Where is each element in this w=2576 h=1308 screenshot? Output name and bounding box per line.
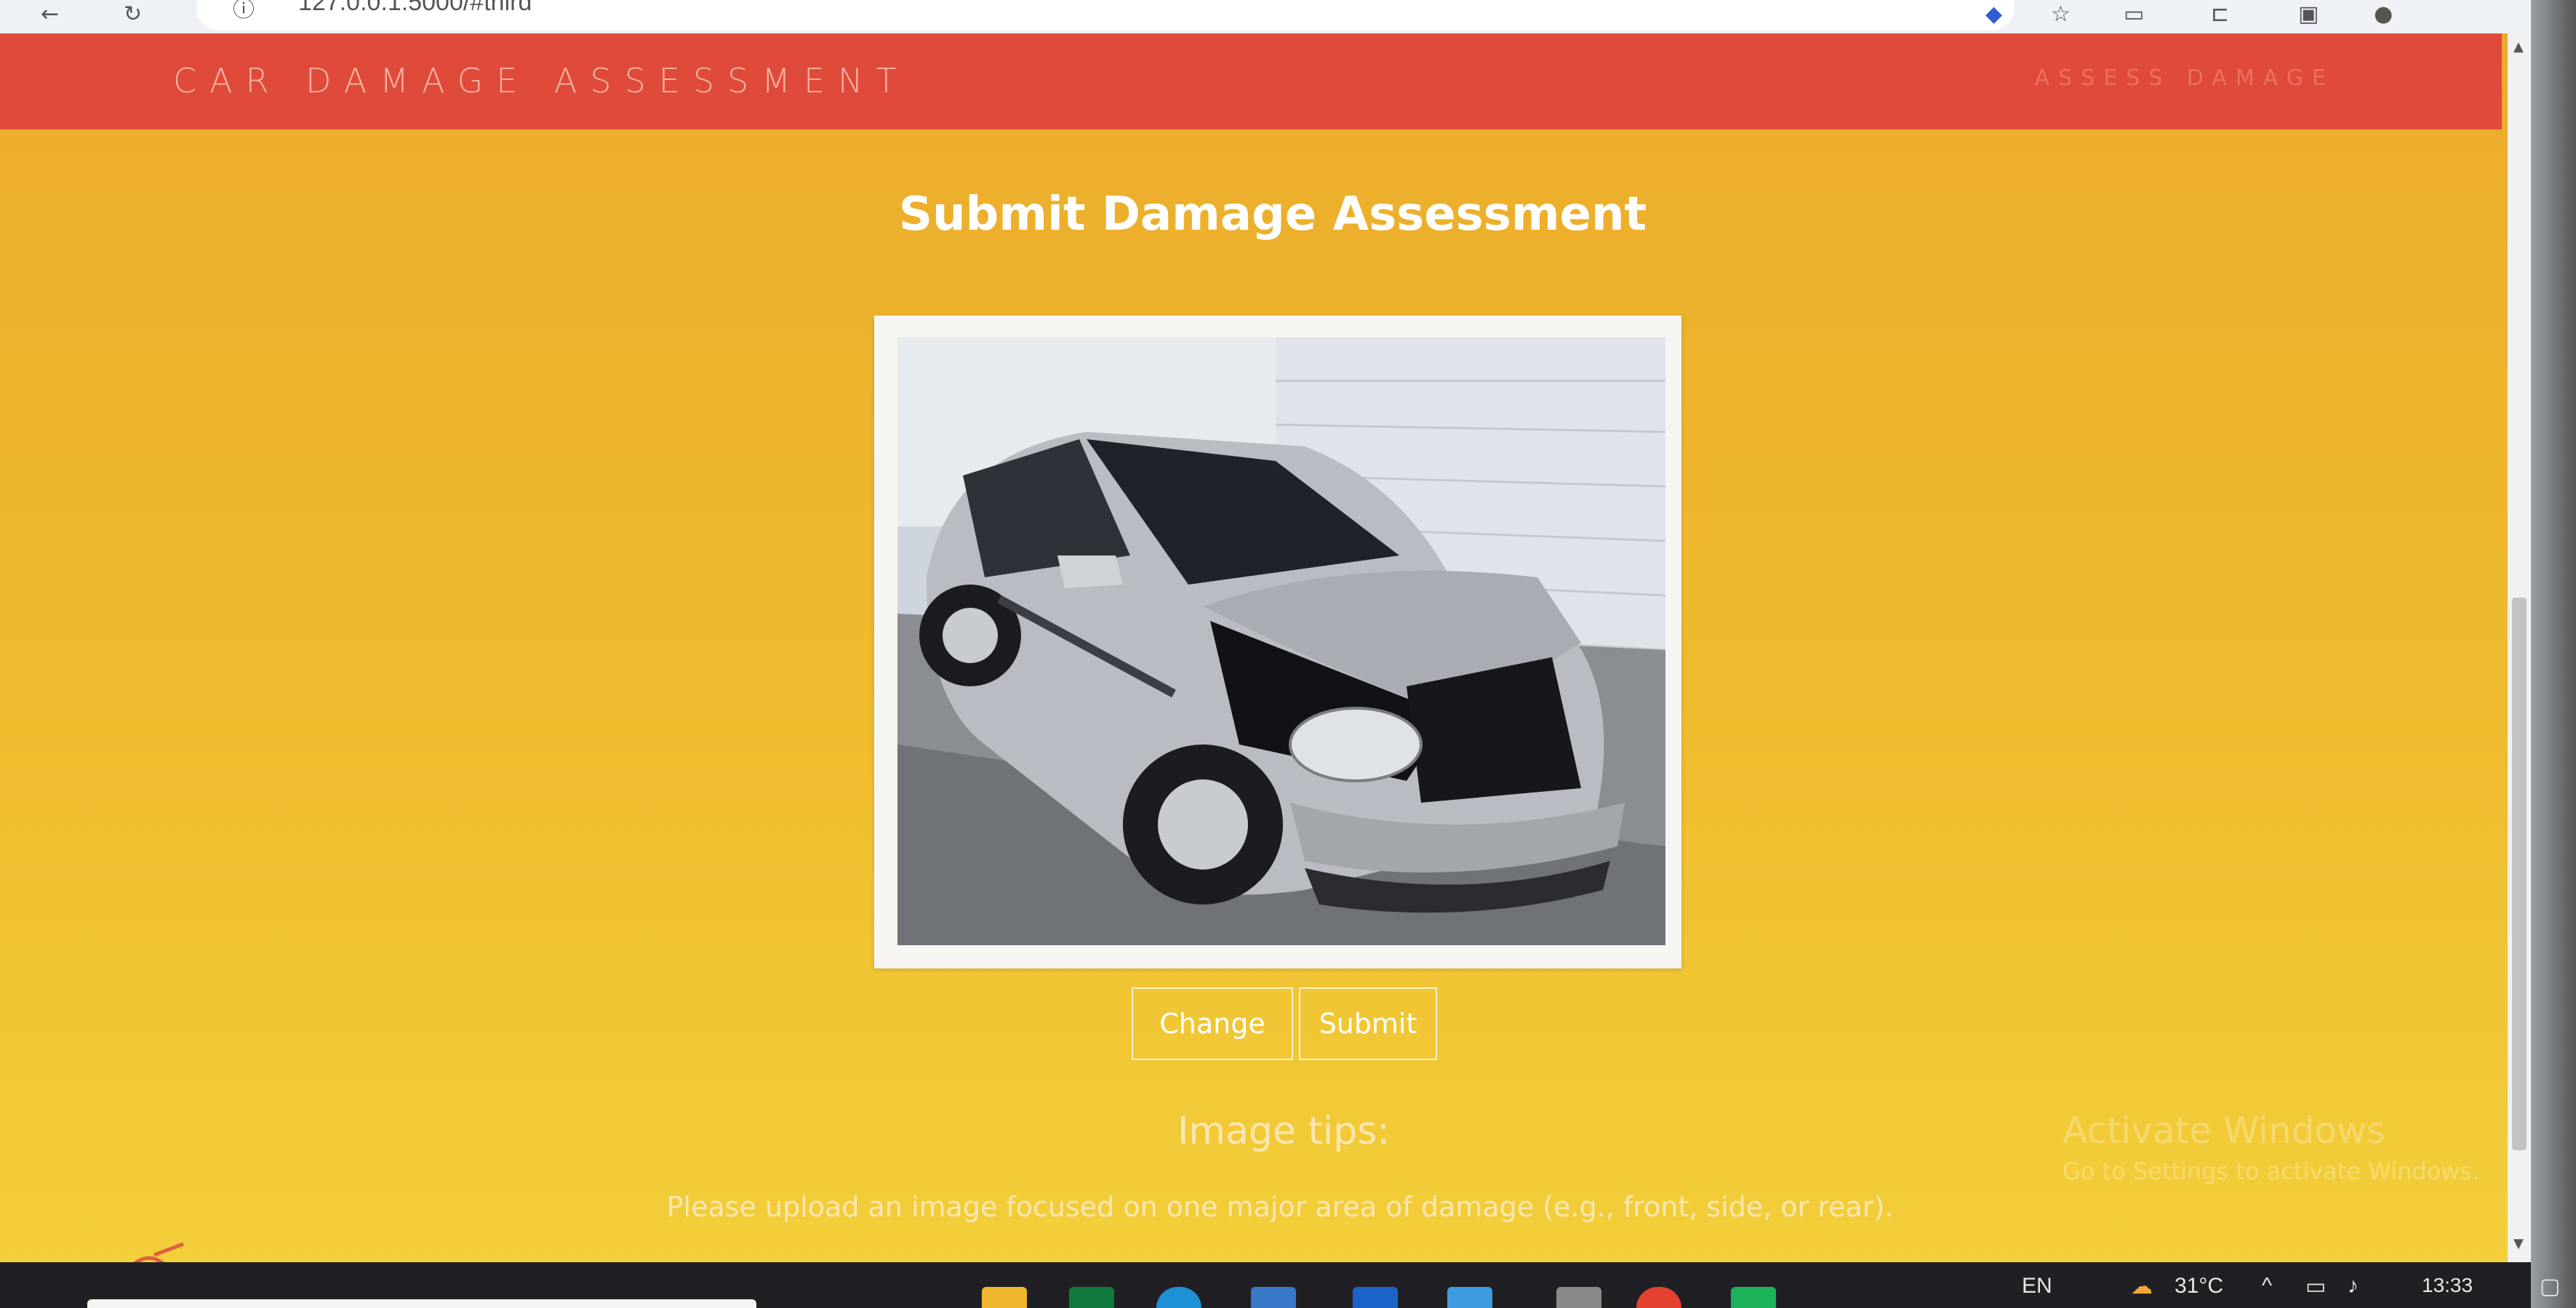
address-bar[interactable]: ⓘ 127.0.0.1:5000/#third: [196, 0, 2015, 31]
profile-avatar-icon[interactable]: ●: [2374, 1, 2393, 27]
language-indicator[interactable]: EN: [2022, 1274, 2052, 1299]
page-title: Submit Damage Assessment: [898, 188, 1647, 241]
taskbar-search-box[interactable]: [87, 1299, 756, 1308]
browser-toolbar: ← ↻ ⓘ 127.0.0.1:5000/#third ◆ ☆ ▭ ⊏ ▣ ●: [0, 0, 2576, 33]
pycharm-icon[interactable]: [1731, 1287, 1776, 1308]
logo-mark-icon: [133, 1242, 184, 1262]
back-icon[interactable]: ←: [41, 1, 59, 27]
navbar: CAR DAMAGE ASSESSMENT ASSESS DAMAGE: [0, 33, 2502, 129]
extension-icon[interactable]: ◆: [1985, 1, 2002, 27]
page-scrollbar[interactable]: ▲ ▼: [2508, 33, 2531, 1262]
image-tips-text: Please upload an image focused on one ma…: [666, 1191, 1894, 1223]
temperature-text[interactable]: 31°C: [2175, 1274, 2223, 1299]
app-icon[interactable]: [1556, 1287, 1601, 1308]
tab-icon[interactable]: ▣: [2298, 1, 2319, 27]
brand-title[interactable]: CAR DAMAGE ASSESSMENT: [173, 61, 910, 100]
cast-icon[interactable]: ▭: [2124, 1, 2144, 27]
scroll-down-icon[interactable]: ▼: [2513, 1236, 2524, 1251]
activate-windows-title: Activate Windows: [2063, 1110, 2385, 1152]
sidebar-icon[interactable]: ⊏: [2211, 1, 2229, 27]
tray-chevron-icon[interactable]: ^: [2262, 1274, 2272, 1299]
excel-icon[interactable]: [1069, 1287, 1114, 1308]
store-icon[interactable]: [1251, 1287, 1296, 1308]
mail-icon[interactable]: [1353, 1287, 1398, 1308]
change-image-button[interactable]: Change: [1132, 987, 1293, 1060]
monitor-bezel: [2531, 0, 2576, 1308]
bookmark-star-icon[interactable]: ☆: [2051, 1, 2071, 27]
clock-time[interactable]: 13:33: [2422, 1274, 2473, 1297]
file-explorer-icon[interactable]: [982, 1287, 1027, 1308]
scroll-up-icon[interactable]: ▲: [2513, 39, 2524, 55]
damaged-car-photo: [897, 337, 1665, 945]
image-preview-frame: [874, 316, 1681, 968]
reload-icon[interactable]: ↻: [124, 1, 142, 27]
url-text: 127.0.0.1:5000/#third: [298, 0, 532, 16]
vscode-icon[interactable]: [1447, 1287, 1492, 1308]
submit-button[interactable]: Submit: [1299, 987, 1437, 1060]
app-page: CAR DAMAGE ASSESSMENT ASSESS DAMAGE Subm…: [0, 33, 2531, 1262]
network-icon[interactable]: ▭: [2305, 1274, 2326, 1299]
scrollbar-thumb[interactable]: [2512, 598, 2527, 1150]
weather-icon[interactable]: ☁: [2131, 1274, 2153, 1299]
volume-icon[interactable]: ♪: [2348, 1274, 2359, 1299]
site-info-icon[interactable]: ⓘ: [233, 0, 255, 23]
nav-link-assess-damage[interactable]: ASSESS DAMAGE: [2035, 65, 2335, 91]
notification-icon[interactable]: ▢: [2540, 1274, 2560, 1299]
activate-windows-subtitle: Go to Settings to activate Windows.: [2063, 1157, 2480, 1185]
